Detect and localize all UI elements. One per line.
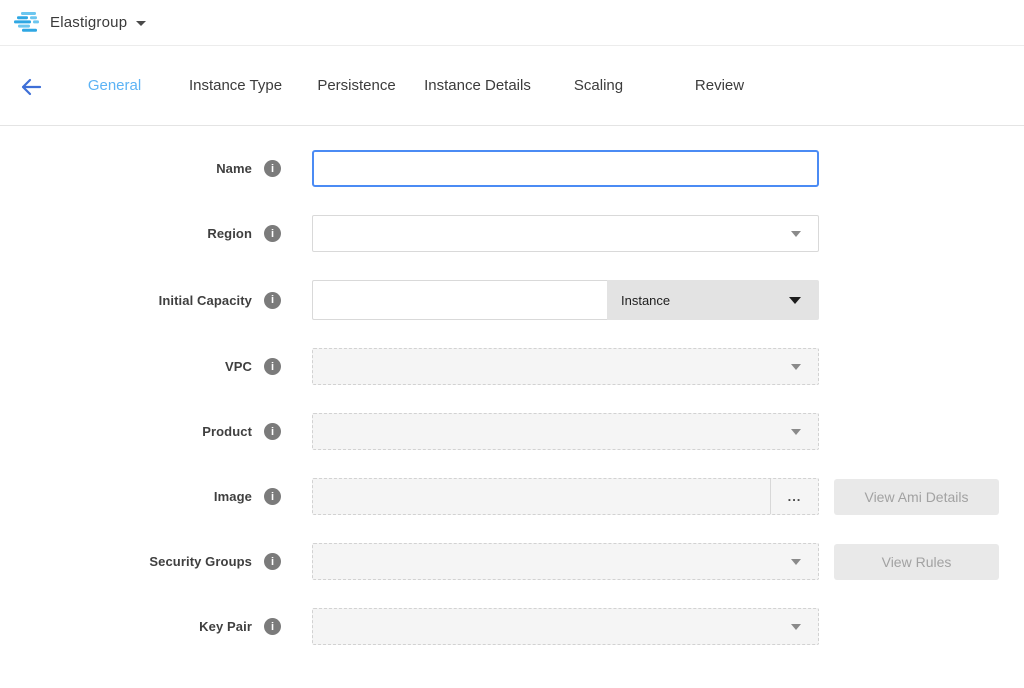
form-row-initial-capacity: Initial Capacity i Instance (0, 280, 1024, 320)
region-label: Region (0, 226, 252, 241)
capacity-unit-select[interactable]: Instance (607, 280, 819, 320)
form-row-image: Image i ... View Ami Details (0, 478, 1024, 515)
info-icon[interactable]: i (264, 618, 281, 635)
key-pair-select (312, 608, 819, 645)
info-icon[interactable]: i (264, 423, 281, 440)
vpc-label: VPC (0, 359, 252, 374)
info-icon[interactable]: i (264, 488, 281, 505)
initial-capacity-label: Initial Capacity (0, 293, 252, 308)
elastigroup-logo-icon (14, 12, 40, 34)
product-select (312, 413, 819, 450)
chevron-down-icon (791, 559, 801, 565)
capacity-unit-value: Instance (621, 293, 670, 308)
chevron-down-icon (791, 364, 801, 370)
form-row-name: Name i (0, 150, 1024, 187)
tab-instance-type[interactable]: Instance Type (175, 71, 296, 100)
app-title[interactable]: Elastigroup (50, 14, 127, 31)
region-select[interactable] (312, 215, 819, 252)
tab-scaling[interactable]: Scaling (538, 71, 659, 100)
chevron-down-icon (791, 231, 801, 237)
app-switcher-caret-icon[interactable] (136, 21, 146, 26)
back-button[interactable] (18, 74, 44, 100)
vpc-select (312, 348, 819, 385)
form-row-region: Region i (0, 215, 1024, 252)
info-icon[interactable]: i (264, 553, 281, 570)
info-icon[interactable]: i (264, 292, 281, 309)
name-label: Name (0, 161, 252, 176)
wizard-tabs: General Instance Type Persistence Instan… (54, 71, 780, 100)
initial-capacity-input[interactable] (312, 280, 607, 320)
tab-general[interactable]: General (54, 71, 175, 100)
name-input[interactable] (312, 150, 819, 187)
app-header: Elastigroup (0, 0, 1024, 46)
general-form: Name i Region i Initial Capacity i Insta… (0, 126, 1024, 645)
key-pair-label: Key Pair (0, 619, 252, 634)
tab-instance-details[interactable]: Instance Details (417, 71, 538, 100)
chevron-down-icon (789, 297, 801, 304)
form-row-security-groups: Security Groups i View Rules (0, 543, 1024, 580)
security-groups-label: Security Groups (0, 554, 252, 569)
security-groups-select (312, 543, 819, 580)
form-row-key-pair: Key Pair i (0, 608, 1024, 645)
tab-persistence[interactable]: Persistence (296, 71, 417, 100)
info-icon[interactable]: i (264, 160, 281, 177)
chevron-down-icon (791, 429, 801, 435)
form-row-vpc: VPC i (0, 348, 1024, 385)
wizard-tabbar: General Instance Type Persistence Instan… (0, 46, 1024, 126)
info-icon[interactable]: i (264, 225, 281, 242)
chevron-down-icon (791, 624, 801, 630)
view-rules-button[interactable]: View Rules (834, 544, 999, 580)
tab-review[interactable]: Review (659, 71, 780, 100)
info-icon[interactable]: i (264, 358, 281, 375)
form-row-product: Product i (0, 413, 1024, 450)
image-label: Image (0, 489, 252, 504)
image-input: ... (312, 478, 819, 515)
image-browse-button[interactable]: ... (771, 479, 818, 514)
product-label: Product (0, 424, 252, 439)
back-arrow-icon (20, 78, 42, 96)
view-ami-details-button[interactable]: View Ami Details (834, 479, 999, 515)
